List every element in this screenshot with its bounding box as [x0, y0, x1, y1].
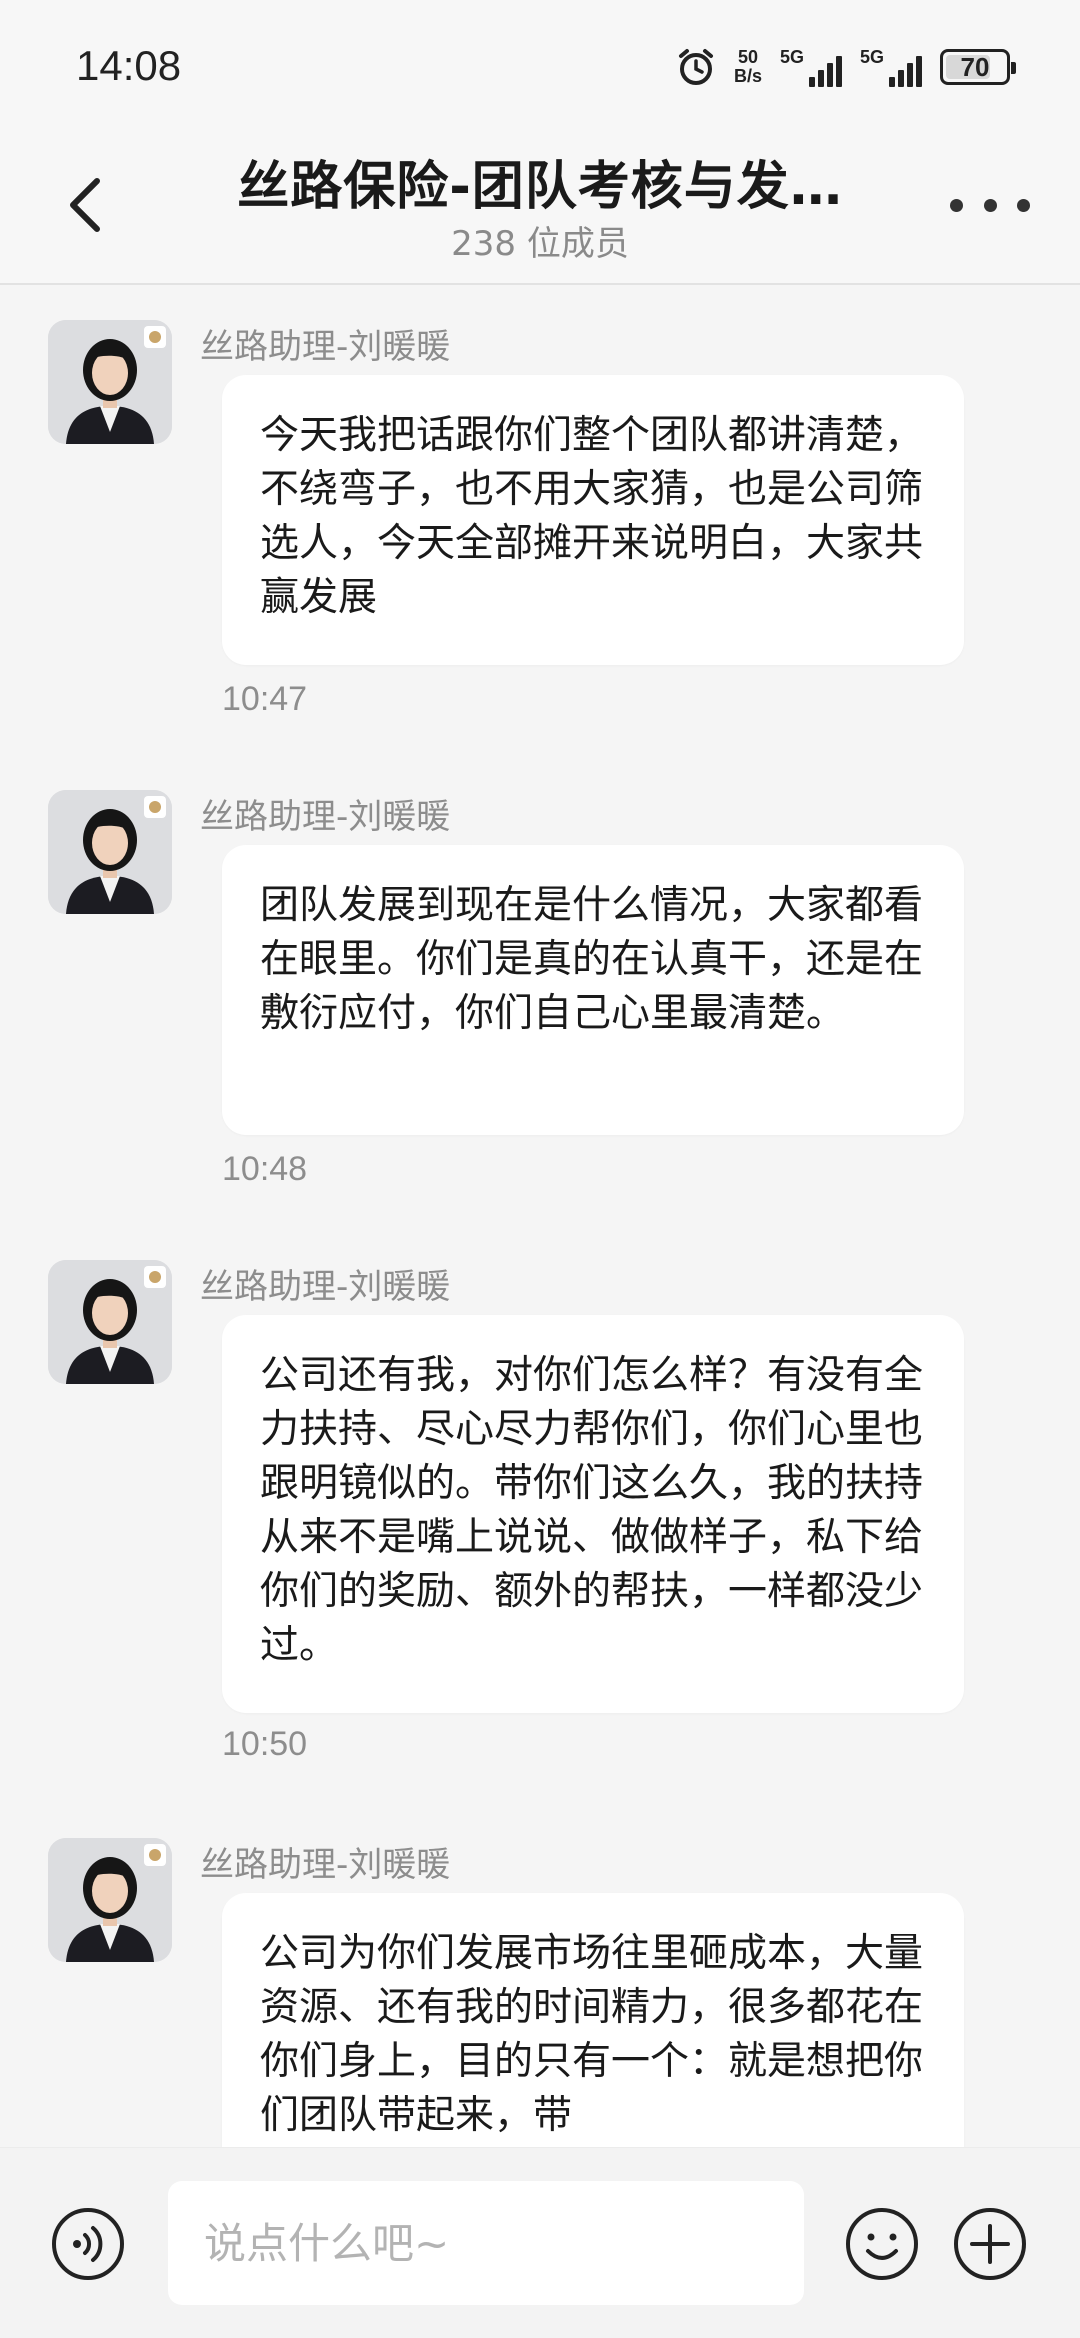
- voice-button[interactable]: [50, 2206, 126, 2282]
- sender-name: 丝路助理-刘暖暖: [200, 797, 451, 837]
- group-title: 丝路保险-团队考核与发…: [237, 157, 843, 217]
- avatar[interactable]: [48, 320, 172, 444]
- alarm-icon: [678, 49, 713, 85]
- network-speed-value: 50: [737, 47, 758, 67]
- battery-icon: 70: [940, 49, 1016, 85]
- voice-icon: [52, 2208, 124, 2280]
- sim1-signal-icon: 5G: [780, 47, 842, 87]
- status-time: 14:08: [76, 42, 182, 89]
- avatar[interactable]: [48, 790, 172, 914]
- back-button[interactable]: [50, 170, 120, 240]
- sim1-label: 5G: [779, 47, 804, 67]
- network-speed-unit: B/s: [733, 66, 762, 86]
- message-time: 10:48: [222, 1150, 308, 1188]
- message-bubble[interactable]: 团队发展到现在是什么情况，大家都看在眼里。你们是真的在认真干，还是在敷衍应付，你…: [222, 845, 964, 1135]
- sim2-label: 5G: [859, 47, 884, 67]
- message-bubble[interactable]: 今天我把话跟你们整个团队都讲清楚，不绕弯子，也不用大家猜，也是公司筛选人，今天全…: [222, 375, 964, 665]
- sender-name: 丝路助理-刘暖暖: [200, 1267, 451, 1307]
- chat-header: 丝路保险-团队考核与发… 238 位成员: [0, 130, 1080, 285]
- message-bubble[interactable]: 公司还有我，对你们怎么样？有没有全力扶持、尽心尽力帮你们，你们心里也跟明镜似的。…: [222, 1315, 964, 1713]
- status-bar: 14:08 50 B/s 5G 5G 70: [0, 0, 1080, 130]
- avatar[interactable]: [48, 1838, 172, 1962]
- plus-icon: [954, 2208, 1026, 2280]
- more-dots-icon: [950, 198, 963, 212]
- more-options-button[interactable]: [950, 180, 1030, 230]
- sim2-signal-icon: 5G: [860, 47, 922, 87]
- message-time: 10:50: [222, 1725, 308, 1763]
- network-speed: 50 B/s: [734, 48, 762, 86]
- sender-name: 丝路助理-刘暖暖: [200, 327, 451, 367]
- message-bubble[interactable]: 公司为你们发展市场往里砸成本，大量资源、还有我的时间精力，很多都花在你们身上，目…: [222, 1893, 964, 2147]
- status-icons: 50 B/s 5G 5G 70: [676, 42, 1016, 92]
- emoji-icon: [846, 2208, 918, 2280]
- message-time: 10:47: [222, 680, 308, 718]
- member-count: 238 位成员: [451, 224, 629, 264]
- message-list[interactable]: 丝路助理-刘暖暖 今天我把话跟你们整个团队都讲清楚，不绕弯子，也不用大家猜，也是…: [0, 287, 1080, 2147]
- message-input[interactable]: [168, 2181, 804, 2305]
- emoji-button[interactable]: [844, 2206, 920, 2282]
- avatar[interactable]: [48, 1260, 172, 1384]
- plus-button[interactable]: [952, 2206, 1028, 2282]
- input-bar: [0, 2147, 1080, 2338]
- battery-level: 70: [960, 51, 990, 82]
- sender-name: 丝路助理-刘暖暖: [200, 1845, 451, 1885]
- chevron-left-icon: [70, 178, 100, 232]
